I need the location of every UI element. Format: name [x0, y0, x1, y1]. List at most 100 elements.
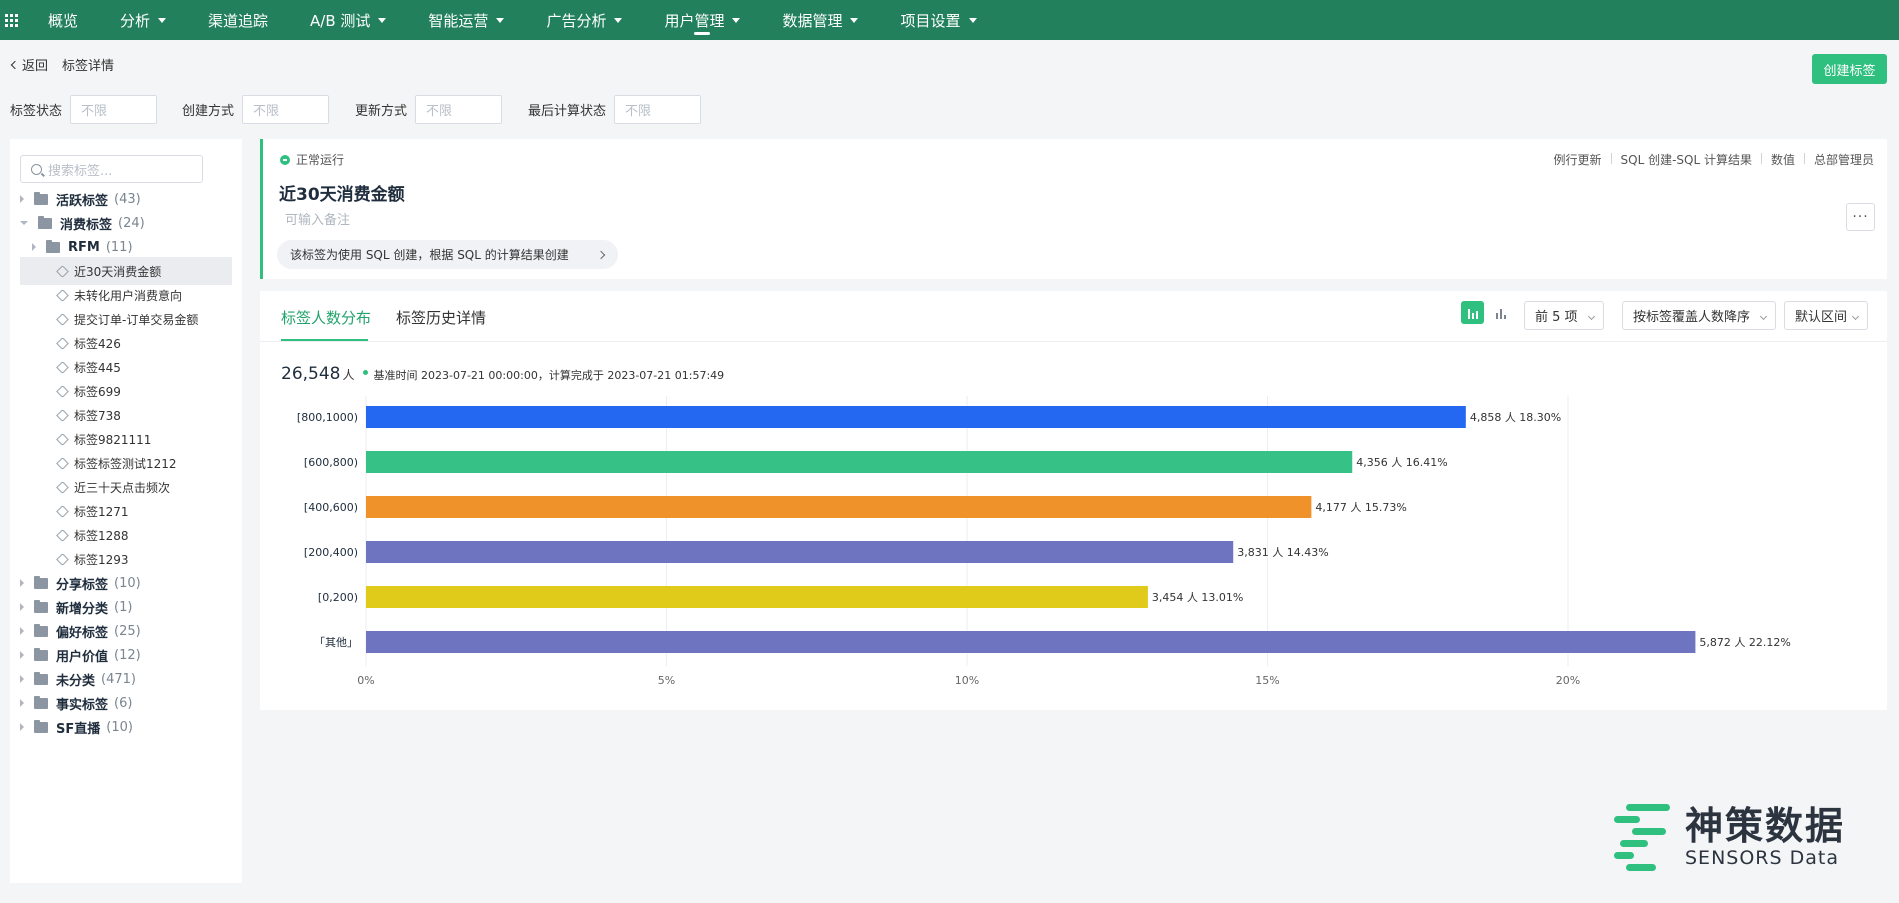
vertical-bar-chart-icon[interactable] [1489, 301, 1512, 324]
tree-folder-count: (24) [118, 215, 145, 231]
horizontal-bar-chart-icon[interactable] [1461, 301, 1484, 324]
tree-folder-count: (11) [105, 239, 133, 255]
nav-item[interactable]: 广告分析 [546, 0, 623, 40]
folder-icon [34, 647, 48, 661]
apps-grid-icon[interactable] [2, 11, 20, 29]
status-dot-icon [362, 370, 368, 375]
chevron-right-icon [596, 250, 606, 259]
collapse-arrow-icon[interactable] [20, 699, 24, 707]
tree-leaf-label: 提交订单-订单交易金额 [74, 312, 199, 327]
tree-folder-count: (25) [114, 623, 141, 639]
folder-icon [38, 215, 52, 229]
tab-distribution[interactable]: 标签人数分布 [281, 307, 371, 328]
tree-folder[interactable]: SF直播 (10) [10, 713, 232, 741]
divider [260, 341, 1887, 342]
y-category-label: [600,800) [304, 456, 358, 469]
tree-folder-count: (12) [114, 647, 141, 663]
nav-item[interactable]: 分析 [120, 0, 167, 40]
nav-item-label: 智能运营 [428, 11, 489, 30]
bar[interactable] [366, 631, 1696, 653]
tag-info-card: 正常运行 例行更新 SQL 创建-SQL 计算结果 数值 总部管理员 近30天消… [260, 139, 1887, 279]
x-tick-label: 15% [1255, 674, 1279, 687]
collapse-arrow-icon[interactable] [20, 195, 24, 203]
chevron-left-icon [10, 60, 20, 69]
bar-data-label: 3,454 人 13.01% [1152, 591, 1243, 604]
last-calc-status-select[interactable]: 不限 [614, 95, 702, 124]
bar[interactable] [366, 541, 1234, 563]
nav-item[interactable]: 项目设置 [900, 0, 977, 40]
create-method-select[interactable]: 不限 [242, 95, 330, 124]
tree-folder-label: 新增分类 [56, 601, 109, 617]
nav-item[interactable]: 概览 [48, 0, 78, 40]
tree-leaf-label: 未转化用户消费意向 [74, 288, 183, 303]
tree-folder-count: (6) [114, 695, 133, 711]
nav-item[interactable]: 渠道追踪 [208, 0, 268, 40]
meta-owner: 总部管理员 [1813, 153, 1874, 167]
tag-search-input[interactable]: 搜索标签... [20, 155, 203, 183]
tree-leaf-label: 标签445 [74, 360, 121, 375]
meta-data-type: 数值 [1770, 153, 1795, 167]
nav-item-label: 数据管理 [782, 11, 843, 30]
tag-status-select[interactable]: 不限 [70, 95, 158, 124]
tree-leaf-label: 标签1271 [74, 504, 129, 519]
x-tick-label: 10% [955, 674, 979, 687]
nav-item[interactable]: A/B 测试 [310, 0, 387, 40]
nav-item-label: 概览 [48, 11, 79, 30]
nav-item[interactable]: 智能运营 [428, 0, 505, 40]
bar[interactable] [366, 496, 1312, 518]
tag-note-input[interactable]: 可输入备注 [285, 209, 350, 228]
tag-icon [56, 480, 69, 494]
bar-data-label: 3,831 人 14.43% [1237, 546, 1328, 559]
range-select[interactable]: 默认区间 [1784, 301, 1868, 330]
bar[interactable] [366, 586, 1148, 608]
filter-label: 更新方式 [355, 104, 408, 119]
update-method-select[interactable]: 不限 [415, 95, 503, 124]
collapse-arrow-icon[interactable] [20, 651, 24, 659]
top-nav: 概览 分析 渠道追踪 A/B 测试 智能运营 广告分析 用户管理 数据管理 项目设置 [0, 0, 1899, 40]
calc-time-text: 基准时间 2023-07-21 00:00:00，计算完成于 2023-07-2… [373, 369, 725, 382]
tab-history[interactable]: 标签历史详情 [396, 307, 486, 328]
tag-icon [56, 432, 69, 446]
back-button[interactable]: 返回 [10, 55, 48, 74]
collapse-arrow-icon[interactable] [32, 243, 36, 251]
collapse-arrow-icon[interactable] [20, 723, 24, 731]
create-tag-button[interactable]: 创建标签 [1812, 54, 1887, 84]
caret-down-icon [732, 17, 741, 23]
logo-text-cn: 神策数据 [1685, 804, 1846, 848]
topn-select[interactable]: 前 5 项 [1524, 301, 1604, 330]
expand-arrow-icon[interactable] [20, 221, 28, 225]
collapse-arrow-icon[interactable] [20, 675, 24, 683]
collapse-arrow-icon[interactable] [20, 579, 24, 587]
divider [1803, 153, 1805, 164]
logo-text-en: SENSORS Data [1685, 847, 1839, 869]
x-tick-label: 5% [658, 674, 675, 687]
tag-icon [56, 312, 69, 326]
folder-icon [34, 575, 48, 589]
tag-icon [56, 384, 69, 398]
caret-down-icon [850, 17, 859, 23]
nav-item[interactable]: 数据管理 [782, 0, 859, 40]
y-category-label: [200,400) [304, 546, 358, 559]
tree-leaf-label: 近30天消费金额 [74, 264, 162, 279]
collapse-arrow-icon[interactable] [20, 627, 24, 635]
tree-leaf-label: 标签1293 [74, 552, 129, 567]
sort-select[interactable]: 按标签覆盖人数降序 [1622, 301, 1776, 330]
tag-icon [56, 360, 69, 374]
folder-icon [34, 191, 48, 205]
y-category-label: [0,200) [318, 591, 358, 604]
more-actions-button[interactable]: ··· [1846, 203, 1875, 231]
collapse-arrow-icon[interactable] [20, 603, 24, 611]
running-status-icon [280, 154, 290, 165]
x-tick-label: 0% [357, 674, 374, 687]
tree-leaf-label: 标签9821111 [74, 432, 152, 447]
bar[interactable] [366, 451, 1353, 473]
folder-icon [34, 695, 48, 709]
sql-description-pill[interactable]: 该标签为使用 SQL 创建，根据 SQL 的计算结果创建 [277, 240, 618, 269]
meta-create-type: SQL 创建-SQL 计算结果 [1620, 153, 1752, 167]
filter-label: 最后计算状态 [528, 104, 607, 119]
filter-label: 标签状态 [10, 104, 63, 119]
chevron-down-icon [1587, 312, 1596, 321]
y-category-label: [400,600) [304, 501, 358, 514]
nav-item[interactable]: 用户管理 [664, 0, 741, 40]
bar[interactable] [366, 406, 1466, 428]
